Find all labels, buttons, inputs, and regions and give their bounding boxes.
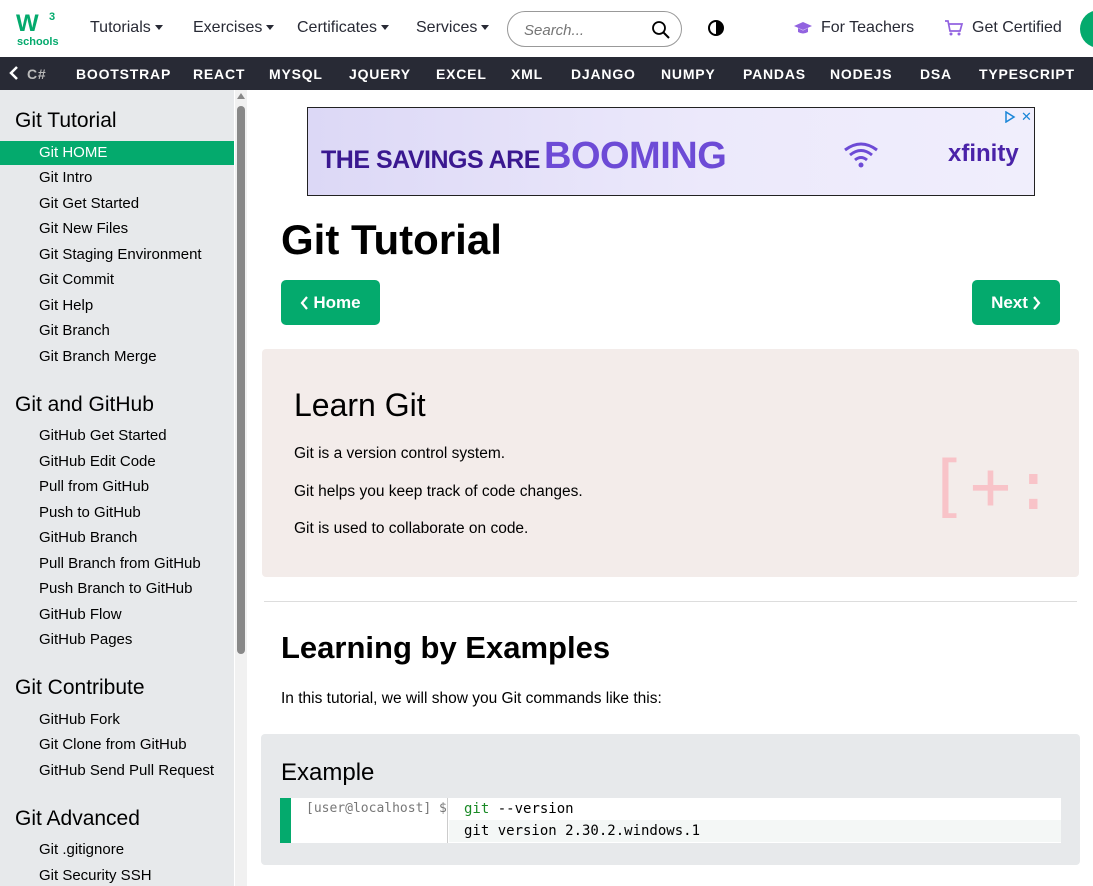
command-line: git --version (449, 798, 1061, 820)
command-output: git version 2.30.2.windows.1 (449, 820, 1061, 842)
sidebar-item[interactable]: Push to GitHub (0, 501, 234, 525)
chevron-left-icon[interactable] (9, 66, 21, 80)
sidebar-scroll-thumb[interactable] (237, 106, 245, 654)
next-button[interactable]: Next (972, 280, 1060, 325)
code-block: [user@localhost] $ git --version git ver… (280, 798, 1061, 843)
top-navigation: W 3 schools Tutorials Exercises Certific… (0, 0, 1093, 57)
ad-headline-emphasis: BOOMING (544, 135, 727, 177)
lang-mysql[interactable]: MYSQL (269, 66, 323, 82)
search-input[interactable] (524, 19, 649, 41)
nav-services[interactable]: Services (416, 19, 490, 37)
logo-sup: 3 (49, 11, 55, 23)
lang-nodejs[interactable]: NODEJS (830, 66, 892, 82)
sidebar-item[interactable]: GitHub Pages (0, 628, 234, 652)
lang-jquery[interactable]: JQUERY (349, 66, 411, 82)
w3schools-logo[interactable]: W 3 schools (14, 7, 62, 49)
learn-paragraph: Git is used to collaborate on code. (294, 520, 529, 537)
sidebar: Git Tutorial Git HOME Git Intro Git Get … (0, 90, 234, 886)
intro-text: In this tutorial, we will show you Git c… (281, 690, 662, 707)
divider (264, 601, 1077, 602)
example-panel: Example [user@localhost] $ git --version… (261, 734, 1080, 865)
graduation-cap-icon (794, 22, 812, 34)
learn-paragraph: Git helps you keep track of code changes… (294, 483, 583, 500)
command-prompt: [user@localhost] $ (291, 798, 448, 843)
page-title: Git Tutorial (281, 216, 502, 263)
sidebar-item[interactable]: Git Branch (0, 319, 234, 343)
sidebar-item[interactable]: Git Commit (0, 268, 234, 292)
home-button[interactable]: Home (281, 280, 380, 325)
sidebar-item[interactable]: Pull Branch from GitHub (0, 552, 234, 576)
sidebar-heading: Git and GitHub (15, 393, 154, 416)
sidebar-heading: Git Tutorial (15, 109, 117, 132)
search-icon[interactable] (651, 20, 671, 40)
nav-tutorials[interactable]: Tutorials (90, 19, 163, 37)
cart-icon (945, 20, 964, 36)
example-title: Example (281, 759, 375, 786)
nav-exercises[interactable]: Exercises (193, 19, 275, 37)
sidebar-item[interactable]: GitHub Branch (0, 526, 234, 550)
command-args: --version (489, 801, 574, 817)
sidebar-item[interactable]: GitHub Get Started (0, 424, 234, 448)
sidebar-item[interactable]: GitHub Edit Code (0, 450, 234, 474)
lang-bootstrap[interactable]: BOOTSTRAP (76, 66, 171, 82)
code-lines: git --version git version 2.30.2.windows… (449, 798, 1061, 843)
wifi-icon (844, 142, 878, 168)
sidebar-item[interactable]: Pull from GitHub (0, 475, 234, 499)
sidebar-item-git-home[interactable]: Git HOME (0, 141, 234, 165)
scroll-up-arrow-icon[interactable] (237, 93, 245, 99)
svg-text:W: W (16, 10, 39, 37)
command-keyword: git (464, 801, 490, 817)
learn-title: Learn Git (294, 387, 426, 423)
chevron-right-icon (1033, 295, 1041, 310)
learn-paragraph: Git is a version control system. (294, 445, 506, 462)
caret-down-icon (381, 25, 390, 30)
sidebar-item[interactable]: Git Branch Merge (0, 345, 234, 369)
sidebar-item[interactable]: GitHub Send Pull Request (0, 759, 234, 783)
lang-excel[interactable]: EXCEL (436, 66, 487, 82)
lang-dsa[interactable]: DSA (920, 66, 952, 82)
git-logo-art: [+: (927, 447, 1056, 526)
lang-csharp[interactable]: C# (27, 66, 47, 82)
caret-down-icon (481, 25, 490, 30)
section-heading: Learning by Examples (281, 630, 611, 665)
sidebar-item[interactable]: Git Get Started (0, 192, 234, 216)
sidebar-item[interactable]: GitHub Fork (0, 708, 234, 732)
search-box (507, 11, 682, 47)
sidebar-heading: Git Advanced (15, 807, 140, 830)
lang-numpy[interactable]: NUMPY (661, 66, 716, 82)
caret-down-icon (154, 25, 163, 30)
lang-typescript[interactable]: TYPESCRIPT (979, 66, 1075, 82)
sidebar-item[interactable]: Push Branch to GitHub (0, 577, 234, 601)
get-certified-link[interactable]: Get Certified (944, 19, 1062, 37)
dark-mode-icon[interactable] (706, 18, 726, 38)
lang-django[interactable]: DJANGO (571, 66, 636, 82)
sidebar-heading: Git Contribute (15, 676, 145, 699)
chevron-left-icon (300, 295, 309, 310)
sidebar-item[interactable]: Git New Files (0, 217, 234, 241)
for-teachers-link[interactable]: For Teachers (793, 19, 914, 37)
advertisement-banner[interactable]: THE SAVINGS ARE BOOMING xfinity ✕ (307, 107, 1035, 196)
sidebar-item[interactable]: Git .gitignore (0, 838, 234, 862)
sidebar-item[interactable]: Git Clone from GitHub (0, 733, 234, 757)
language-bar: C# BOOTSTRAP REACT MYSQL JQUERY EXCEL XM… (0, 57, 1093, 90)
lang-react[interactable]: REACT (193, 66, 245, 82)
ad-brand-logo: xfinity (948, 140, 1019, 167)
lang-xml[interactable]: XML (511, 66, 543, 82)
sidebar-item[interactable]: Git Help (0, 294, 234, 318)
sidebar-item[interactable]: GitHub Flow (0, 603, 234, 627)
ad-headline: THE SAVINGS ARE (321, 146, 540, 174)
sidebar-item[interactable]: Git Security SSH (0, 864, 234, 886)
ad-choices-icon[interactable] (1004, 111, 1016, 123)
nav-certificates[interactable]: Certificates (297, 19, 390, 37)
svg-text:schools: schools (17, 36, 59, 48)
ad-close-icon[interactable]: ✕ (1021, 109, 1032, 125)
sidebar-item[interactable]: Git Staging Environment (0, 243, 234, 267)
sign-up-button[interactable] (1080, 10, 1093, 48)
learn-git-panel: Learn Git Git is a version control syste… (262, 349, 1079, 577)
lang-pandas[interactable]: PANDAS (743, 66, 806, 82)
sidebar-item[interactable]: Git Intro (0, 166, 234, 190)
caret-down-icon (266, 25, 275, 30)
